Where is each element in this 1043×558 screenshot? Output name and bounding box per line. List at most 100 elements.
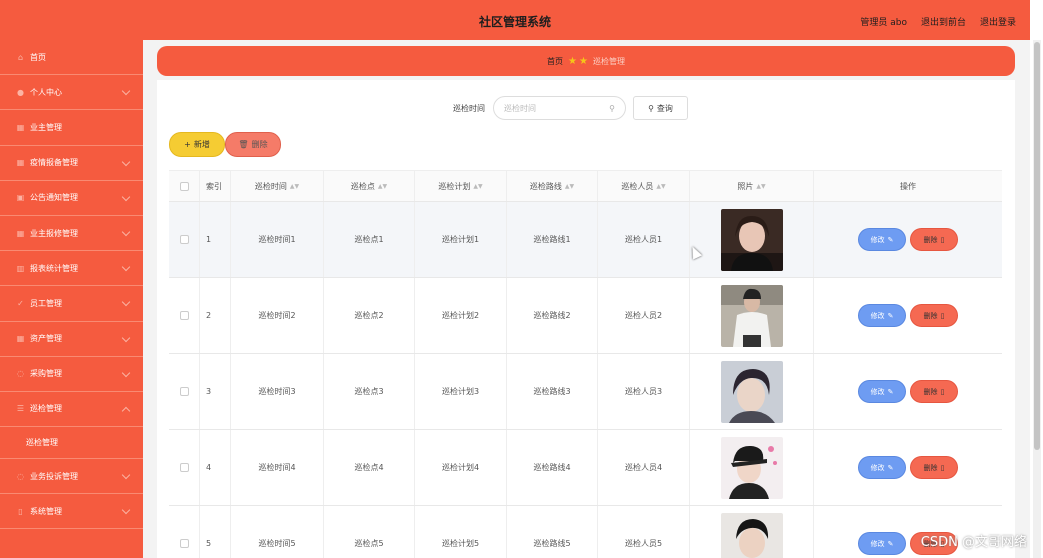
logout-link[interactable]: 退出登录	[980, 15, 1016, 28]
chevron-down-icon	[121, 86, 131, 96]
person-photo	[720, 436, 783, 499]
bulk-delete-button[interactable]: 🗑 删除	[225, 132, 281, 157]
row-actions: 修改 ✎ 删除 ▯	[814, 202, 1002, 277]
column-header-route[interactable]: 巡检路线 ▲▼	[507, 171, 598, 201]
chevron-down-icon	[121, 298, 131, 307]
table-row: 5 巡检时间5 巡检点5 巡检计划5 巡检路线5 巡检人员5 修改 ✎ 删除 ▯	[169, 506, 1002, 558]
row-checkbox[interactable]	[179, 387, 189, 396]
search-input[interactable]: 巡检时间 ⚲	[493, 96, 626, 120]
sidebar-subitem-inspection[interactable]: 巡检管理	[0, 427, 143, 460]
row-time: 巡检时间3	[231, 354, 324, 429]
sidebar-item-label: 公告通知管理	[30, 193, 78, 203]
row-plan: 巡检计划2	[415, 278, 507, 353]
delete-button[interactable]: 删除 ▯	[910, 304, 958, 327]
sidebar-item-label: 巡检管理	[30, 404, 62, 414]
breadcrumb-home[interactable]: 首页	[547, 56, 563, 67]
person-photo	[720, 512, 783, 558]
edit-button[interactable]: 修改 ✎	[858, 304, 906, 327]
settings-icon: ▯	[18, 506, 23, 516]
sidebar-item-purchase[interactable]: ◌ 采购管理	[0, 357, 143, 392]
sidebar-item-label: 资产管理	[30, 334, 62, 344]
row-checkbox[interactable]	[179, 463, 189, 472]
sidebar-item-profile[interactable]: ● 个人中心	[0, 75, 143, 111]
sidebar-item-system[interactable]: ▯ 系统管理	[0, 494, 143, 530]
breadcrumb-current: 巡检管理	[592, 56, 625, 66]
edit-button[interactable]: 修改 ✎	[858, 228, 906, 251]
row-photo-cell	[690, 278, 814, 353]
chevron-down-icon	[121, 192, 131, 201]
row-index: 3	[200, 354, 231, 429]
select-all-checkbox[interactable]	[179, 181, 189, 191]
row-route: 巡检路线1	[507, 202, 598, 277]
sidebar-item-label: 报表统计管理	[30, 263, 78, 273]
delete-button[interactable]: 删除 ▯	[910, 380, 958, 403]
notice-icon: ▣	[16, 193, 25, 203]
row-staff: 巡检人员1	[598, 202, 690, 277]
chevron-up-icon	[121, 406, 131, 416]
sidebar-item-epidemic[interactable]: ▦ 疫情报备管理	[0, 146, 143, 181]
delete-button[interactable]: 删除 ▯	[910, 228, 958, 251]
vertical-scrollbar[interactable]	[1033, 40, 1041, 558]
add-button[interactable]: + 新增	[169, 132, 225, 157]
sidebar: ⌂ 首页 ● 个人中心 ▦ 业主管理 ▦ 疫情报备管理 ▣ 公告通知管理 ▦ 业…	[0, 40, 143, 558]
edit-icon: ✎	[887, 311, 894, 320]
sidebar-item-assets[interactable]: ▦ 资产管理	[0, 322, 143, 357]
search-icon: ⚲	[648, 103, 654, 113]
row-photo-cell	[690, 202, 814, 277]
sort-icon: ▲▼	[656, 182, 666, 190]
row-checkbox[interactable]	[179, 539, 189, 548]
edit-button[interactable]: 修改 ✎	[858, 456, 906, 479]
sidebar-item-repair[interactable]: ▦ 业主报修管理	[0, 216, 143, 252]
sort-icon: ▲▼	[473, 182, 483, 190]
edit-button-label: 修改	[870, 311, 885, 320]
exit-to-frontend-link[interactable]: 退出到前台	[921, 15, 966, 28]
column-header-label: 巡检点	[350, 181, 375, 191]
row-select-cell	[169, 278, 200, 353]
sidebar-item-owners[interactable]: ▦ 业主管理	[0, 110, 143, 146]
row-point: 巡检点1	[324, 202, 415, 277]
row-time: 巡检时间5	[231, 506, 324, 558]
edit-button[interactable]: 修改 ✎	[858, 380, 906, 403]
column-header-staff[interactable]: 巡检人员 ▲▼	[598, 171, 690, 201]
sidebar-item-reports[interactable]: ▥ 报表统计管理	[0, 251, 143, 287]
row-checkbox[interactable]	[179, 235, 189, 244]
scrollbar-thumb[interactable]	[1034, 42, 1040, 450]
cart-icon: ◌	[17, 369, 24, 379]
row-plan: 巡检计划1	[415, 202, 507, 277]
row-staff: 巡检人员3	[598, 354, 690, 429]
table-row: 2 巡检时间2 巡检点2 巡检计划2 巡检路线2 巡检人员2 修改 ✎ 删除 ▯	[169, 278, 1002, 354]
grid-icon: ▦	[16, 158, 25, 168]
column-header-photo[interactable]: 照片 ▲▼	[690, 171, 814, 201]
trash-icon: ▯	[940, 235, 945, 244]
sort-icon: ▲▼	[564, 182, 575, 190]
grid-icon: ▦	[16, 228, 25, 238]
edit-icon: ✎	[887, 387, 894, 396]
row-actions: 修改 ✎ 删除 ▯	[814, 430, 1002, 505]
sidebar-item-staff[interactable]: ✓ 员工管理	[0, 286, 143, 322]
sidebar-item-inspection[interactable]: ☰ 巡检管理	[0, 392, 143, 428]
edit-button-label: 修改	[870, 235, 885, 244]
query-button[interactable]: ⚲ 查询	[633, 96, 688, 120]
column-header-point[interactable]: 巡检点 ▲▼	[324, 171, 415, 201]
row-time: 巡检时间1	[231, 202, 324, 277]
column-header-actions: 操作	[900, 181, 916, 191]
sidebar-item-label: 疫情报备管理	[30, 158, 78, 168]
delete-button[interactable]: 删除 ▯	[910, 456, 958, 479]
sidebar-item-label: 业主报修管理	[30, 228, 78, 238]
row-index: 2	[200, 278, 231, 353]
row-checkbox[interactable]	[179, 311, 189, 320]
sidebar-item-complaints[interactable]: ◌ 业务投诉管理	[0, 459, 143, 495]
row-route: 巡检路线5	[507, 506, 598, 558]
row-select-cell	[169, 506, 200, 558]
edit-button[interactable]: 修改 ✎	[858, 532, 906, 555]
search-bar: 巡检时间 巡检时间 ⚲ ⚲ 查询	[453, 96, 688, 120]
chevron-down-icon	[121, 333, 131, 342]
column-header-plan[interactable]: 巡检计划 ▲▼	[415, 171, 507, 201]
sidebar-item-notice[interactable]: ▣ 公告通知管理	[0, 181, 143, 216]
sidebar-item-home[interactable]: ⌂ 首页	[0, 40, 143, 76]
search-label: 巡检时间	[453, 103, 485, 113]
column-header-label: 巡检人员	[621, 181, 654, 191]
column-header-label: 巡检路线	[529, 181, 562, 191]
column-header-time[interactable]: 巡检时间 ▲▼	[231, 171, 324, 201]
delete-button-label: 删除	[923, 387, 938, 396]
